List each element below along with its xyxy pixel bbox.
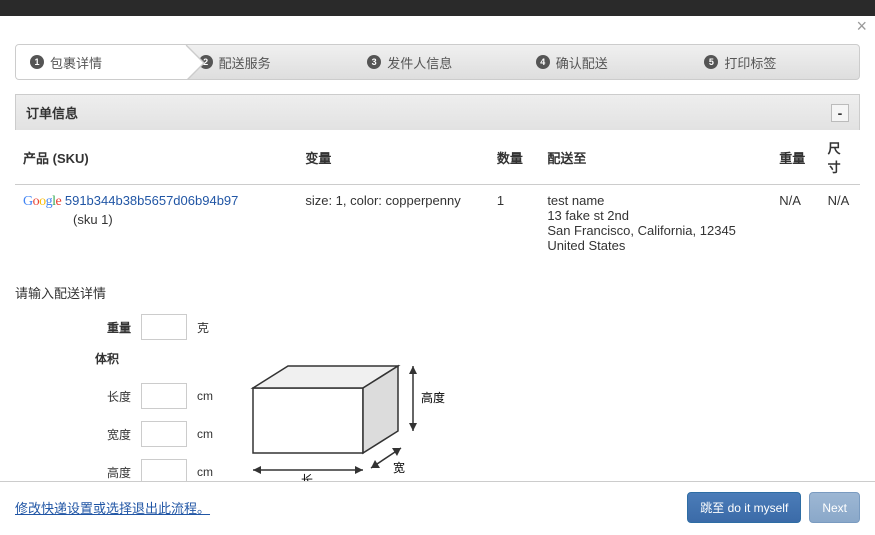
step-label: 发件人信息 — [387, 53, 452, 72]
step-number-badge: 5 — [704, 55, 718, 69]
box-diagram-icon: 高度 长 宽 — [243, 358, 453, 491]
width-input[interactable] — [141, 421, 187, 447]
step-number-badge: 1 — [30, 55, 44, 69]
step-number-badge: 3 — [367, 55, 381, 69]
step-label: 确认配送 — [556, 53, 608, 72]
step-label: 包裹详情 — [50, 53, 102, 72]
volume-label: 体积 — [95, 350, 213, 367]
step-confirm-shipping[interactable]: 4 确认配送 — [522, 45, 691, 79]
cell-shipto: test name 13 fake st 2nd San Francisco, … — [539, 185, 771, 262]
svg-text:宽: 宽 — [393, 460, 405, 475]
order-info-header: 订单信息 - — [15, 94, 860, 130]
th-shipto: 配送至 — [539, 130, 771, 185]
step-print-label[interactable]: 5 打印标签 — [690, 45, 859, 79]
th-dims: 尺寸 — [820, 130, 860, 185]
length-label: 长度 — [95, 388, 131, 405]
shipping-details-prompt: 请输入配送详情 — [15, 283, 860, 302]
google-logo-icon: Google — [23, 194, 61, 209]
th-product: 产品 (SKU) — [15, 130, 297, 185]
step-package-details[interactable]: 1 包裹详情 — [16, 45, 185, 79]
step-label: 打印标签 — [724, 53, 776, 72]
cell-weight: N/A — [771, 185, 819, 262]
step-shipping-service[interactable]: 2 配送服务 — [185, 45, 354, 79]
sku-subtext: (sku 1) — [73, 212, 289, 227]
weight-label: 重量 — [95, 319, 131, 336]
weight-input[interactable] — [141, 314, 187, 340]
modify-settings-link[interactable]: 修改快递设置或选择退出此流程。 — [15, 498, 210, 517]
length-unit: cm — [197, 389, 213, 403]
th-weight: 重量 — [771, 130, 819, 185]
th-qty: 数量 — [489, 130, 539, 185]
length-input[interactable] — [141, 383, 187, 409]
sku-link[interactable]: 591b344b38b5657d06b94b97 — [65, 193, 239, 208]
cell-qty: 1 — [489, 185, 539, 262]
width-unit: cm — [197, 427, 213, 441]
height-label: 高度 — [95, 464, 131, 481]
step-sender-info[interactable]: 3 发件人信息 — [353, 45, 522, 79]
order-table: 产品 (SKU) 变量 数量 配送至 重量 尺寸 Google 591b344b… — [15, 130, 860, 261]
cell-variant: size: 1, color: copperpenny — [297, 185, 489, 262]
step-label: 配送服务 — [219, 53, 271, 72]
th-variant: 变量 — [297, 130, 489, 185]
step-number-badge: 4 — [536, 55, 550, 69]
weight-unit: 克 — [197, 319, 209, 336]
footer-bar: 修改快递设置或选择退出此流程。 跳至 do it myself Next — [0, 481, 875, 535]
cell-dims: N/A — [820, 185, 860, 262]
order-info-title: 订单信息 — [26, 103, 78, 122]
step-wizard: 1 包裹详情 2 配送服务 3 发件人信息 4 确认配送 5 打印标签 — [15, 44, 860, 80]
height-unit: cm — [197, 465, 213, 479]
width-label: 宽度 — [95, 426, 131, 443]
collapse-button[interactable]: - — [831, 104, 849, 122]
table-row: Google 591b344b38b5657d06b94b97 (sku 1) … — [15, 185, 860, 262]
next-button[interactable]: Next — [809, 492, 860, 523]
close-icon[interactable]: × — [856, 16, 867, 37]
skip-button[interactable]: 跳至 do it myself — [687, 492, 801, 523]
svg-text:高度: 高度 — [421, 390, 445, 405]
